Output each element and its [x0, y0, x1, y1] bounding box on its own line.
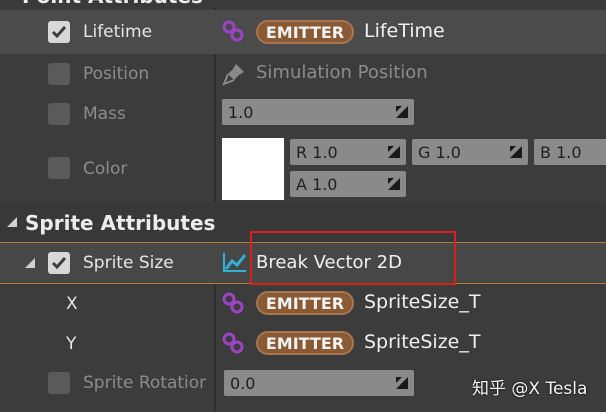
check-icon: [51, 26, 67, 39]
mass-label: Mass: [83, 104, 126, 124]
x-row: X EMITTER SpriteSize_T: [0, 284, 606, 324]
emitter-badge[interactable]: EMITTER: [256, 20, 354, 44]
mass-value: 1.0: [228, 102, 254, 122]
position-row: Position Simulation Position: [0, 54, 606, 94]
check-icon: [51, 257, 67, 270]
drag-handle-icon[interactable]: [386, 144, 402, 160]
color-b-value: B 1.0: [540, 142, 582, 162]
mass-row: Mass 1.0: [0, 94, 606, 134]
mass-input[interactable]: 1.0: [222, 99, 414, 125]
emitter-badge[interactable]: EMITTER: [256, 331, 354, 355]
watermark: 知乎 @X Tesla: [472, 379, 588, 399]
color-r-input[interactable]: R 1.0: [290, 139, 406, 165]
sprite-rotation-label: Sprite Rotatior: [83, 373, 207, 393]
sprite-rotation-checkbox[interactable]: [48, 372, 70, 394]
sprite-size-checkbox[interactable]: [48, 252, 70, 274]
drag-handle-icon[interactable]: [386, 176, 402, 192]
emitter-badge[interactable]: EMITTER: [256, 291, 354, 315]
sprite-size-label: Sprite Size: [83, 253, 174, 273]
sprite-rotation-input[interactable]: 0.0: [224, 370, 414, 396]
lifetime-label: Lifetime: [83, 22, 153, 42]
x-label: X: [66, 294, 78, 314]
y-binding: SpriteSize_T: [364, 331, 481, 353]
position-checkbox[interactable]: [48, 63, 70, 85]
mass-checkbox[interactable]: [48, 103, 70, 125]
lifetime-checkbox[interactable]: [48, 21, 70, 43]
color-row: Color R 1.0 G 1.0 B 1.0 A 1.0: [0, 134, 606, 202]
curve-icon: [223, 253, 247, 272]
point-attributes-header: Point Attributes: [0, 0, 606, 8]
link-icon: [222, 292, 244, 314]
link-icon: [222, 332, 244, 354]
collapse-arrow-icon[interactable]: [6, 216, 18, 228]
collapse-arrow-icon[interactable]: [24, 257, 36, 269]
lifetime-row[interactable]: Lifetime EMITTER LifeTime: [0, 10, 606, 54]
sprite-rotation-value: 0.0: [230, 373, 256, 393]
position-binding: Simulation Position: [256, 62, 428, 83]
highlight-box: [250, 231, 456, 285]
link-icon: [222, 20, 244, 42]
color-a-input[interactable]: A 1.0: [290, 171, 406, 197]
position-label: Position: [83, 64, 150, 84]
point-attributes-title: Point Attributes: [22, 0, 203, 8]
color-a-value: A 1.0: [296, 174, 338, 194]
plug-icon: [222, 64, 244, 86]
sprite-attributes-title: Sprite Attributes: [25, 211, 216, 235]
color-b-input[interactable]: B 1.0: [534, 139, 606, 165]
color-checkbox[interactable]: [48, 157, 70, 179]
lifetime-binding: LifeTime: [364, 20, 445, 42]
color-g-input[interactable]: G 1.0: [412, 139, 528, 165]
y-label: Y: [66, 334, 77, 354]
color-label: Color: [83, 159, 128, 179]
drag-handle-icon[interactable]: [394, 104, 410, 120]
drag-handle-icon[interactable]: [508, 144, 524, 160]
drag-handle-icon[interactable]: [394, 375, 410, 391]
y-row: Y EMITTER SpriteSize_T: [0, 324, 606, 364]
color-r-value: R 1.0: [296, 142, 338, 162]
x-binding: SpriteSize_T: [364, 291, 481, 313]
color-g-value: G 1.0: [418, 142, 461, 162]
color-swatch[interactable]: [222, 138, 284, 200]
